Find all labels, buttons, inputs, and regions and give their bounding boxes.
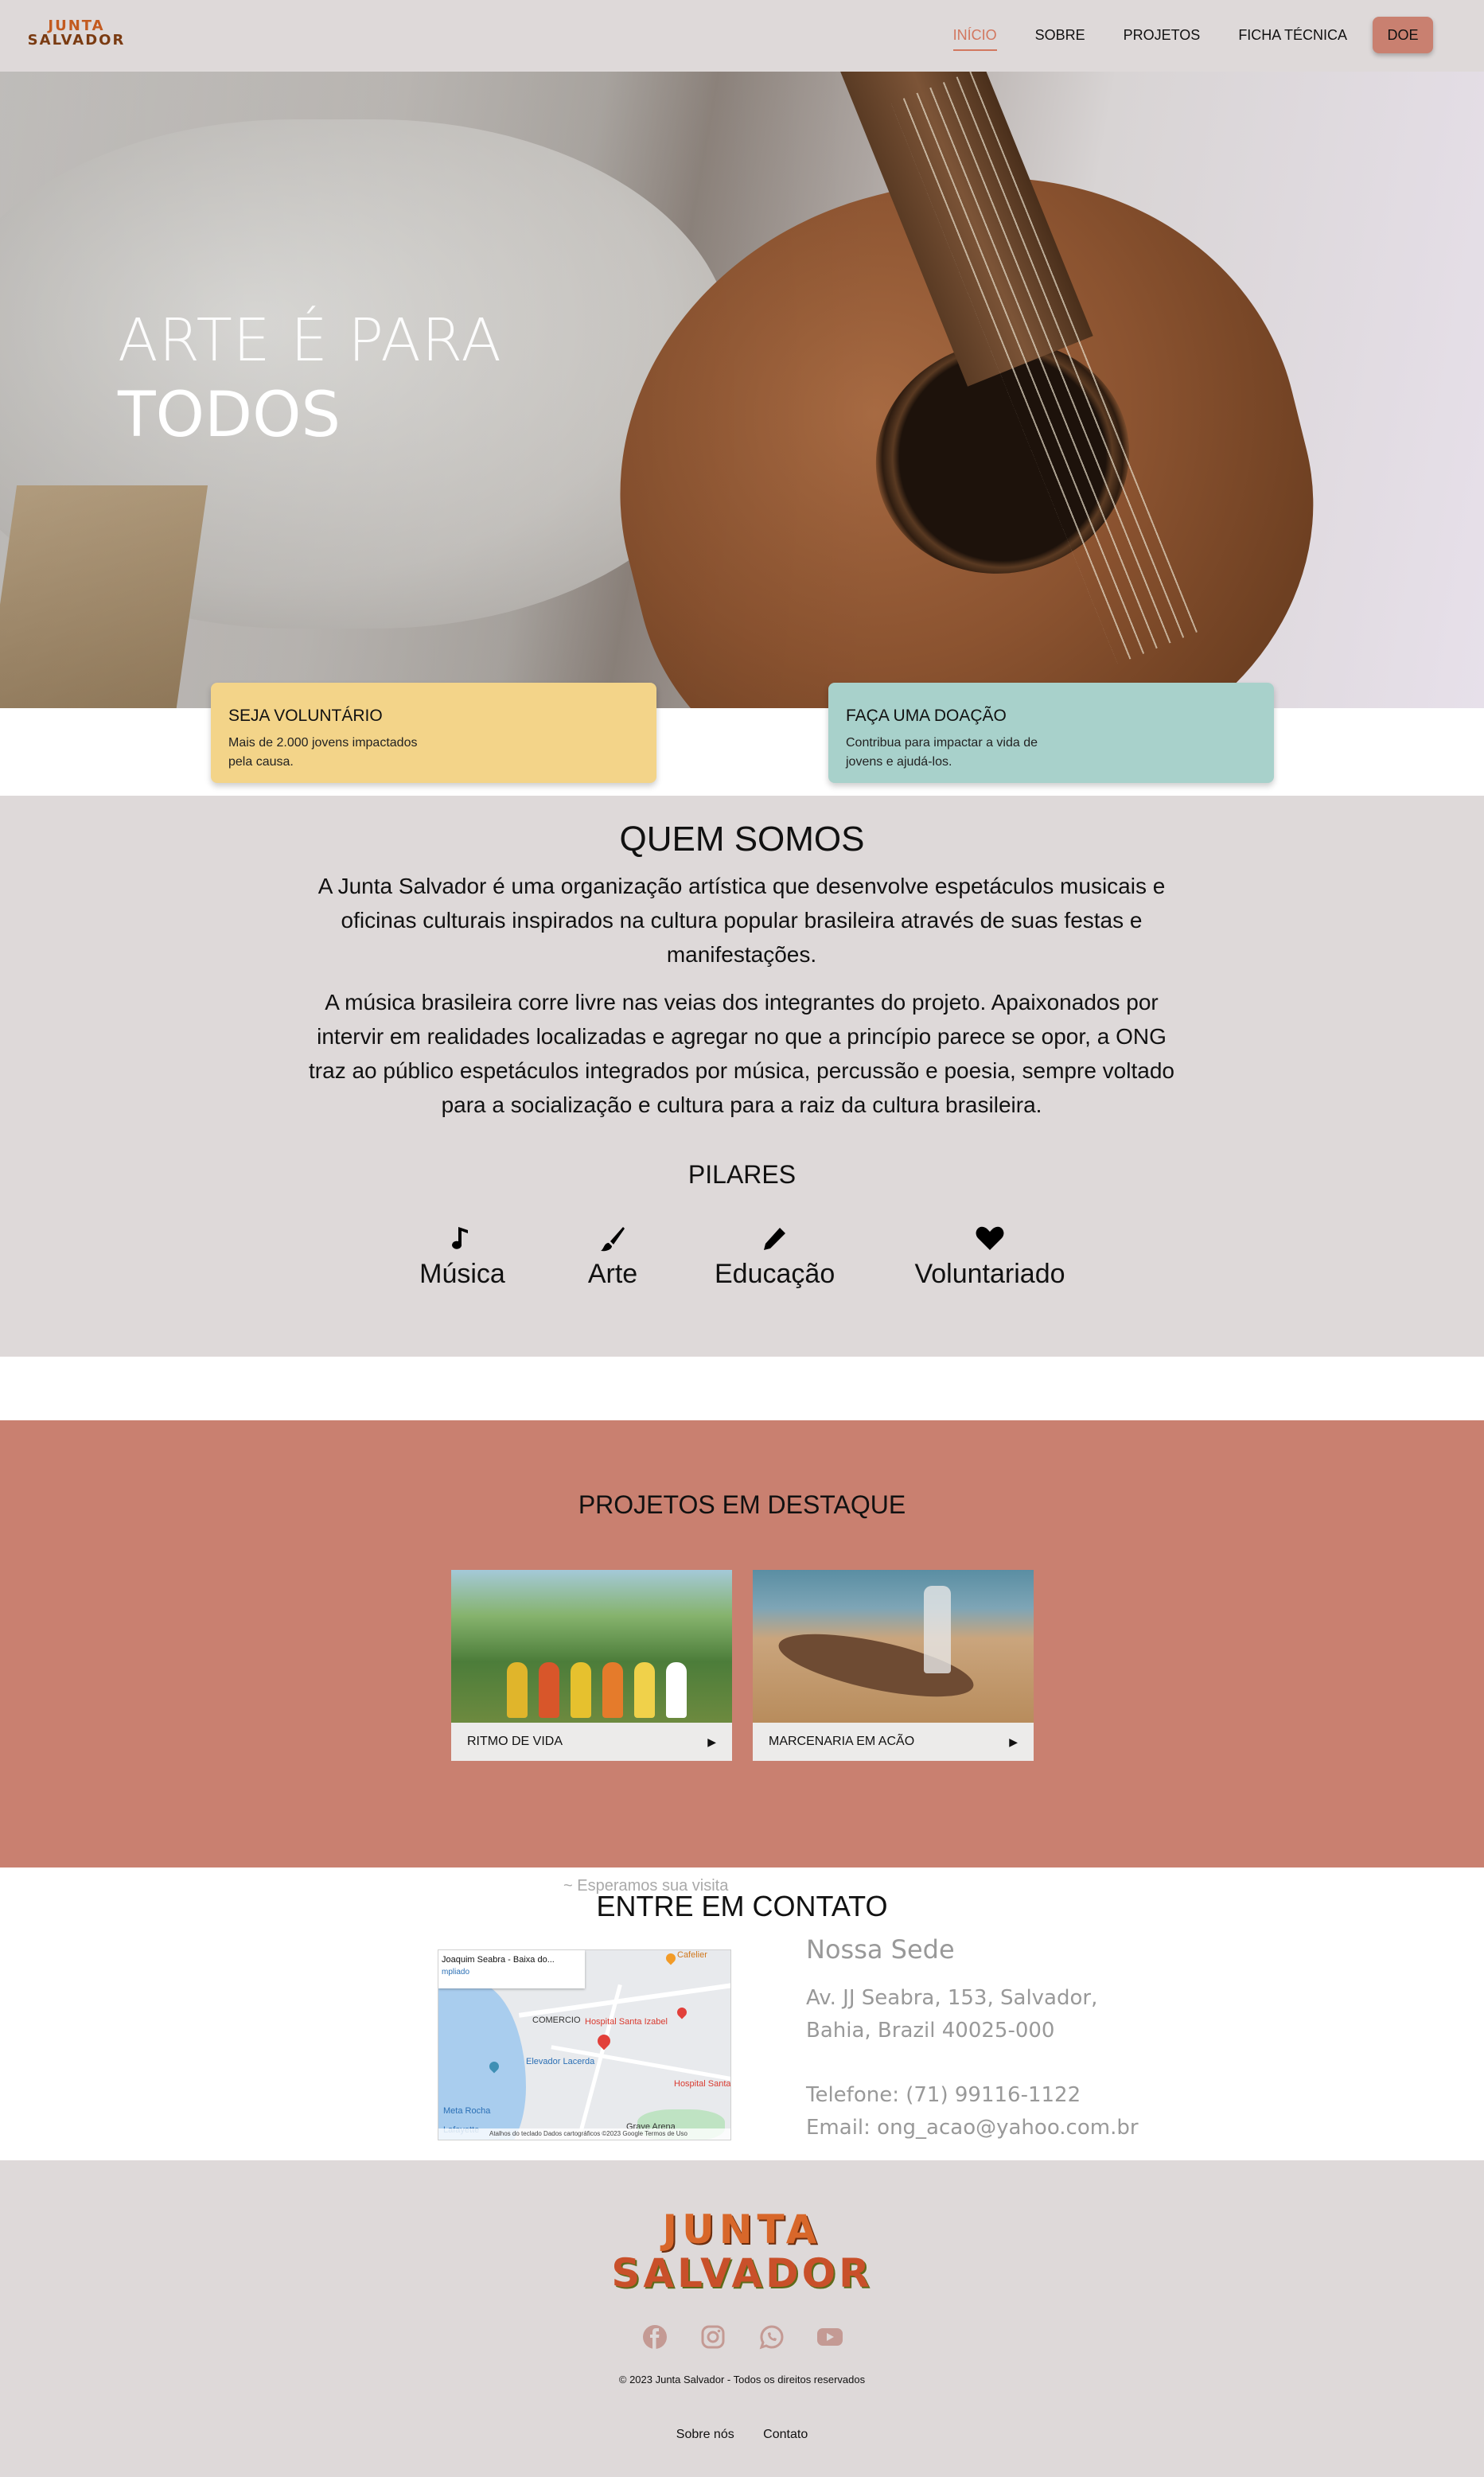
- pillar-musica: Música: [419, 1225, 506, 1291]
- nav-link-ficha-tecnica[interactable]: FICHA TÉCNICA: [1238, 19, 1347, 51]
- about-section: QUEM SOMOS A Junta Salvador é uma organi…: [0, 796, 1484, 1357]
- project-image: [451, 1570, 732, 1723]
- pencil-icon: [715, 1225, 834, 1257]
- about-paragraph-2: A música brasileira corre livre nas veia…: [309, 990, 1174, 1117]
- contact-section: ~ Esperamos sua visita ENTRE EM CONTATO …: [0, 1867, 1484, 2160]
- hero-banner: ARTE É PARA TODOS: [0, 72, 1484, 708]
- map-location-pin-icon[interactable]: [594, 2031, 613, 2051]
- footer-links: Sobre nós Contato: [0, 2428, 1484, 2442]
- phone: Telefone: (71) 99116-1122: [806, 2083, 1081, 2107]
- pillar-label: Voluntariado: [914, 1259, 1065, 1289]
- map-enlarge-link[interactable]: mpliado: [442, 1968, 582, 1977]
- volunteer-card-desc: Mais de 2.000 jovens impactados pela cau…: [228, 736, 418, 769]
- map-label: Meta Rocha: [443, 2106, 491, 2116]
- youtube-icon[interactable]: [816, 2323, 843, 2350]
- footer-link-contato[interactable]: Contato: [763, 2428, 808, 2441]
- projects-section: PROJETOS EM DESTAQUE RITMO DE VIDA ▶ MAR…: [0, 1420, 1484, 1867]
- map-hospital-icon: [675, 2005, 689, 2019]
- play-arrow-icon: ▶: [707, 1735, 716, 1748]
- address-line-1: Av. JJ Seabra, 153, Salvador,: [806, 1986, 1098, 2010]
- copyright: © 2023 Junta Salvador - Todos os direito…: [618, 2374, 866, 2385]
- nav-link-projetos[interactable]: PROJETOS: [1124, 19, 1201, 51]
- map-label: COMERCIO: [532, 2015, 581, 2025]
- pillar-label: Educação: [715, 1259, 835, 1289]
- nav-link-inicio[interactable]: INÍCIO: [952, 19, 997, 51]
- pillars-title: PILARES: [687, 1160, 797, 1189]
- address-line-2: Bahia, Brazil 40025-000: [806, 2019, 1055, 2043]
- pillar-label: Música: [419, 1259, 505, 1289]
- projects-title: PROJETOS EM DESTAQUE: [578, 1490, 906, 1519]
- facebook-icon[interactable]: [641, 2323, 668, 2350]
- map-cafe-icon: [664, 1951, 678, 1965]
- footer-logo-line-1: JUNTA: [662, 2206, 822, 2253]
- embedded-map[interactable]: Cafelier COMERCIO Hospital Santa Izabel …: [438, 1949, 731, 2140]
- photo-bottle: [924, 1586, 951, 1673]
- photo-figure: [602, 1662, 623, 1718]
- hero-title-line-1: ARTE É PARA: [118, 306, 502, 375]
- about-title: QUEM SOMOS: [619, 820, 865, 859]
- map-label: Cafelier: [677, 1950, 707, 1960]
- pillar-voluntariado: Voluntariado: [912, 1225, 1068, 1291]
- project-label: MARCENARIA EM ACÃO: [769, 1735, 915, 1748]
- photo-figure: [539, 1662, 559, 1718]
- photo-figure: [507, 1662, 528, 1718]
- sede-title: Nossa Sede: [806, 1934, 955, 1965]
- nav-link-sobre[interactable]: SOBRE: [1035, 19, 1085, 51]
- hero-title: ARTE É PARA TODOS: [118, 304, 502, 454]
- map-place-card[interactable]: Joaquim Seabra - Baixa do... mpliado: [438, 1950, 585, 1988]
- pillar-label: Arte: [587, 1259, 638, 1289]
- project-image: [753, 1570, 1034, 1723]
- donate-button[interactable]: DOE: [1373, 17, 1433, 53]
- project-card-marcenaria[interactable]: MARCENARIA EM ACÃO ▶: [753, 1570, 1034, 1761]
- headquarters-info: Nossa Sede Av. JJ Seabra, 153, Salvador,…: [806, 1934, 1139, 2144]
- paintbrush-icon: [581, 1225, 645, 1257]
- contact-title: ENTRE EM CONTATO: [596, 1890, 888, 1922]
- photo-figure: [634, 1662, 655, 1718]
- volunteer-card-title: SEJA VOLUNTÁRIO: [228, 707, 383, 725]
- about-paragraph-1: A Junta Salvador é uma organização artís…: [317, 874, 1166, 967]
- heart-icon: [912, 1225, 1068, 1257]
- social-links: [641, 2321, 843, 2353]
- footer-logo-line-2: SALVADOR: [611, 2250, 873, 2296]
- project-caption[interactable]: RITMO DE VIDA ▶: [451, 1723, 732, 1761]
- footer-logo: JUNTA SALVADOR: [605, 2208, 879, 2296]
- project-label: RITMO DE VIDA: [467, 1735, 563, 1748]
- play-arrow-icon: ▶: [1009, 1735, 1018, 1748]
- project-caption[interactable]: MARCENARIA EM ACÃO ▶: [753, 1723, 1034, 1761]
- photo-figure: [571, 1662, 591, 1718]
- logo[interactable]: JUNTA SALVADOR: [27, 19, 126, 51]
- volunteer-card[interactable]: SEJA VOLUNTÁRIO Mais de 2.000 jovens imp…: [211, 683, 656, 783]
- music-note-icon: [419, 1225, 506, 1257]
- footer-link-sobre-nos[interactable]: Sobre nós: [676, 2428, 734, 2441]
- map-label: Hospital Santa Izabel: [585, 2017, 668, 2027]
- map-label: Elevador Lacerda: [526, 2057, 595, 2066]
- logo-line-2: SALVADOR: [27, 32, 126, 49]
- nav-links: INÍCIO SOBRE PROJETOS FICHA TÉCNICA DOE: [915, 16, 1433, 54]
- pillar-arte: Arte: [581, 1225, 645, 1291]
- donation-card[interactable]: FAÇA UMA DOAÇÃO Contribua para impactar …: [828, 683, 1274, 783]
- hero-title-line-2: TODOS: [118, 380, 341, 451]
- project-card-ritmo-de-vida[interactable]: RITMO DE VIDA ▶: [451, 1570, 732, 1761]
- photo-figure: [666, 1662, 687, 1718]
- map-footer: Atalhos do teclado Dados cartográficos ©…: [438, 2128, 730, 2140]
- map-label: Hospital Santa: [674, 2079, 731, 2089]
- whatsapp-icon[interactable]: [758, 2323, 785, 2350]
- instagram-icon[interactable]: [699, 2323, 726, 2350]
- map-water: [438, 1982, 526, 2140]
- donation-card-desc: Contribua para impactar a vida de jovens…: [846, 736, 1038, 769]
- donation-card-title: FAÇA UMA DOAÇÃO: [846, 707, 1007, 725]
- top-navbar: JUNTA SALVADOR INÍCIO SOBRE PROJETOS FIC…: [0, 0, 1484, 72]
- footer: JUNTA SALVADOR © 2023 Junta Salvador - T…: [0, 2160, 1484, 2477]
- pillar-educacao: Educação: [715, 1225, 835, 1291]
- email[interactable]: Email: ong_acao@yahoo.com.br: [806, 2112, 1139, 2144]
- map-place-name: Joaquim Seabra - Baixa do...: [442, 1955, 555, 1965]
